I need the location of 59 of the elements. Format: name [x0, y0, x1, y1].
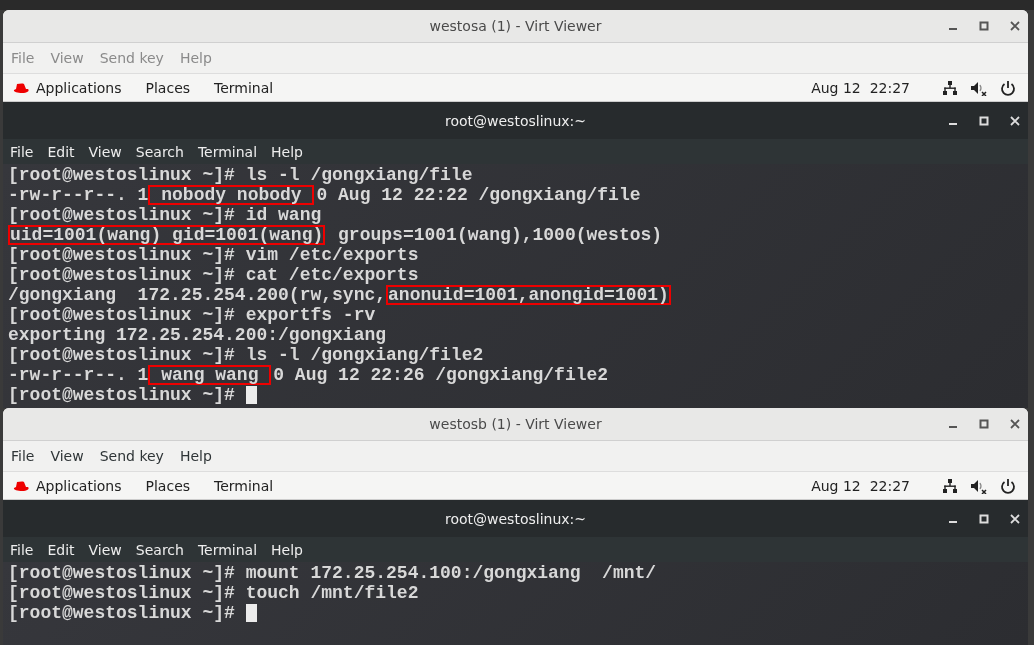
terminal-text: -rw-r--r--. 1 [8, 185, 149, 205]
menu-item[interactable]: Edit [47, 143, 75, 160]
menu-item[interactable]: Help [179, 448, 212, 464]
menu-item[interactable]: Terminal [197, 541, 258, 558]
menu-item[interactable]: Help [271, 143, 303, 160]
terminal-text: exporting 172.25.254.200:/gongxiang [8, 325, 387, 345]
topbar-menu[interactable]: Terminal [214, 79, 274, 96]
menu-item[interactable]: File [11, 448, 35, 464]
network-icon[interactable] [942, 477, 958, 494]
network-icon[interactable] [942, 79, 958, 96]
terminal-text: [root@westoslinux ~]# touch /mnt/file2 [8, 583, 419, 603]
terminal-text: [root@westoslinux ~]# ls -l /gongxiang/file [8, 165, 473, 185]
window-title: westosa (1) - Virt Viewer [429, 18, 602, 34]
terminal-text: 0 Aug 12 22:22 /gongxiang/file [316, 185, 641, 205]
terminal-text: -rw-r--r--. 1 [8, 365, 149, 385]
terminal-text: [root@westoslinux ~]# exportfs -rv [8, 305, 376, 325]
terminal-title: root@westoslinux:~ [444, 112, 586, 129]
terminal-text: [root@westoslinux ~]# id wang [8, 205, 322, 225]
power-icon[interactable] [1000, 79, 1016, 96]
menu-item[interactable]: View [88, 143, 122, 160]
menu-item[interactable]: Edit [47, 541, 75, 558]
topbar-menu[interactable]: Terminal [214, 477, 274, 494]
menu-item[interactable]: Search [135, 541, 184, 558]
clock[interactable]: Aug 12 22:27 [811, 477, 910, 494]
highlight-box: anonuid=1001,anongid=1001) [386, 285, 671, 305]
menu-item[interactable]: Terminal [197, 143, 258, 160]
menu-item[interactable]: View [50, 448, 84, 464]
power-icon[interactable] [1000, 477, 1016, 494]
menu-item[interactable]: File [10, 541, 34, 558]
terminal-title: root@westoslinux:~ [444, 510, 586, 527]
terminal-text: [root@westoslinux ~]# [8, 385, 236, 405]
terminal-text: [root@westoslinux ~]# cat /etc/exports [8, 265, 419, 285]
close-icon[interactable] [1010, 21, 1020, 31]
terminal-text: groups=1001(wang),1000(westos) [337, 225, 663, 245]
menu-item[interactable]: Search [135, 143, 184, 160]
maximize-icon[interactable] [979, 419, 989, 429]
maximize-icon[interactable] [979, 21, 989, 31]
window-title: westosb (1) - Virt Viewer [429, 416, 602, 432]
close-icon[interactable] [1010, 419, 1020, 429]
topbar-menu[interactable]: Applications [36, 477, 122, 494]
menu-item[interactable]: File [10, 143, 34, 160]
topbar-menu[interactable]: Applications [36, 79, 122, 96]
topbar-menu[interactable]: Places [145, 477, 191, 494]
clock[interactable]: Aug 12 22:27 [811, 79, 910, 96]
menu-item[interactable]: View [88, 541, 122, 558]
highlight-box: nobody nobody [148, 185, 315, 205]
highlight-box: uid=1001(wang) gid=1001(wang) [8, 225, 326, 245]
terminal-text: [root@westoslinux ~]# vim /etc/exports [8, 245, 419, 265]
menu-item[interactable]: Send key [99, 448, 164, 464]
topbar-menu[interactable]: Places [145, 79, 191, 96]
terminal-text: [root@westoslinux ~]# mount 172.25.254.100:/gongxiang /mnt/ [8, 563, 657, 583]
terminal-text: 0 Aug 12 22:26 /gongxiang/file2 [273, 365, 609, 385]
highlight-box: wang wang [148, 365, 272, 385]
terminal-text: [root@westoslinux ~]# ls -l /gongxiang/file2 [8, 345, 484, 365]
menu-item[interactable]: Help [271, 541, 303, 558]
terminal-text: /gongxiang 172.25.254.200(rw,sync, [8, 285, 387, 305]
hat-icon[interactable] [12, 479, 30, 492]
terminal-text: [root@westoslinux ~]# [8, 603, 236, 623]
hat-icon[interactable] [12, 81, 30, 94]
